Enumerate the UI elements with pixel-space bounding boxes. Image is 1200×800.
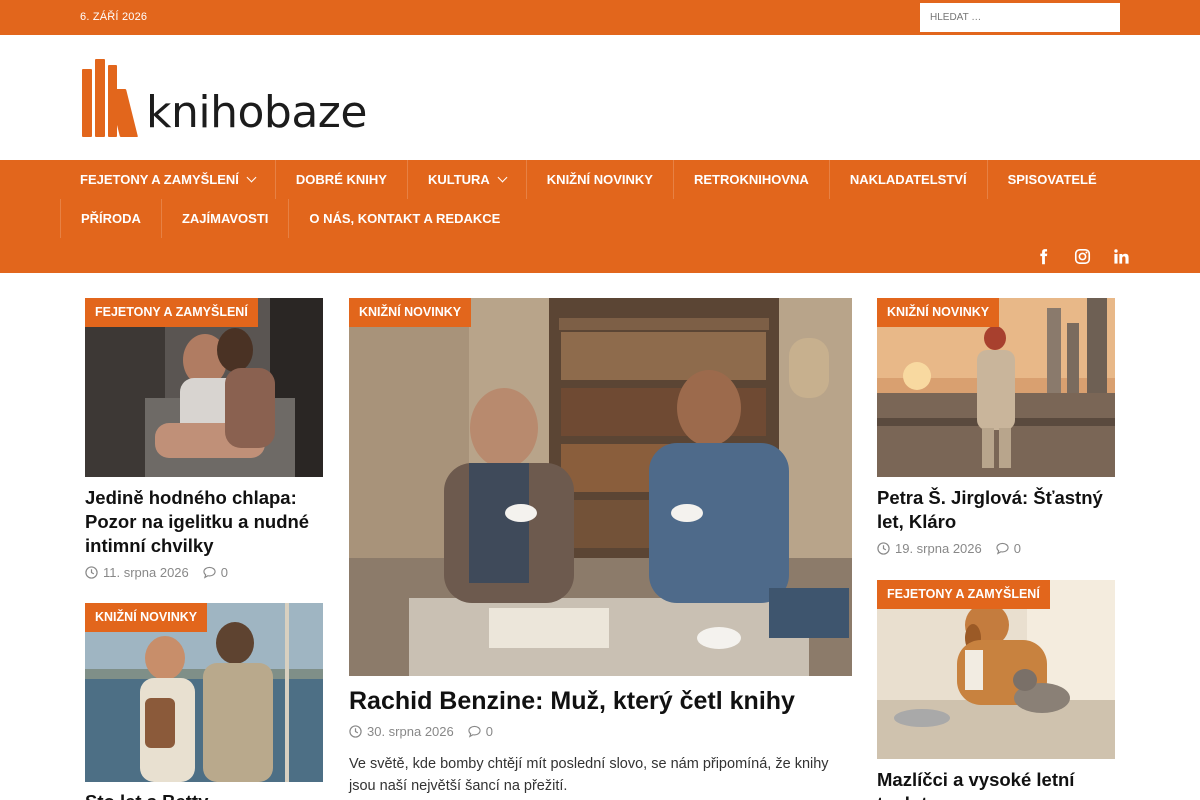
article-date: 11. srpna 2026 [103, 565, 189, 580]
category-badge[interactable]: FEJETONY A ZAMYŠLENÍ [877, 580, 1050, 609]
article-title[interactable]: Jedině hodného chlapa: Pozor na igelitku… [85, 486, 323, 558]
nav-item-fejetony[interactable]: FEJETONY A ZAMYŠLENÍ [60, 160, 275, 199]
comments-link[interactable]: 0 [203, 565, 228, 580]
instagram-icon[interactable] [1074, 248, 1091, 265]
site-header: knihobaze [0, 35, 1200, 160]
men-drinking-tea-photo [349, 298, 852, 676]
clock-icon [349, 725, 362, 738]
chevron-down-icon [246, 172, 257, 183]
article-image-left2[interactable]: KNIŽNÍ NOVINKY [85, 603, 323, 782]
nav-item-spisovatele[interactable]: SPISOVATELÉ [986, 160, 1117, 199]
clock-icon [877, 542, 890, 555]
nav-item-label: KULTURA [427, 172, 490, 187]
main-navigation: FEJETONY A ZAMYŠLENÍ DOBRÉ KNIHY KULTURA… [0, 160, 1200, 273]
chevron-down-icon [497, 172, 508, 183]
nav-item-label: O NÁS, KONTAKT A REDAKCE [309, 211, 501, 226]
article-date: 19. srpna 2026 [895, 541, 982, 556]
comment-icon [203, 566, 216, 579]
article-image-center[interactable]: KNIŽNÍ NOVINKY [349, 298, 852, 676]
current-date: 6. ZÁŘÍ 2026 [80, 11, 148, 23]
comment-count: 0 [220, 565, 229, 580]
nav-item-zajimavosti[interactable]: ZAJÍMAVOSTI [160, 199, 288, 238]
nav-item-label: DOBRÉ KNIHY [295, 172, 387, 187]
article-title[interactable]: Rachid Benzine: Muž, který četl knihy [349, 686, 852, 716]
nav-item-nakladatelstvi[interactable]: NAKLADATELSTVÍ [828, 160, 987, 199]
nav-item-label: SPISOVATELÉ [1007, 172, 1097, 187]
comments-link[interactable]: 0 [996, 541, 1021, 556]
nav-row-1: FEJETONY A ZAMYŠLENÍ DOBRÉ KNIHY KULTURA… [60, 160, 1117, 199]
nav-item-retroknihovna[interactable]: RETROKNIHOVNA [672, 160, 829, 199]
article-image-right2[interactable]: FEJETONY A ZAMYŠLENÍ [877, 580, 1115, 759]
site-logo[interactable]: knihobaze [82, 59, 382, 139]
article-excerpt: Ve světě, kde bomby chtějí mít poslední … [349, 756, 829, 794]
category-badge[interactable]: FEJETONY A ZAMYŠLENÍ [85, 298, 258, 327]
comment-icon [996, 542, 1009, 555]
article-title[interactable]: Sto let s Betty [85, 790, 323, 800]
nav-item-knizni-novinky[interactable]: KNIŽNÍ NOVINKY [525, 160, 673, 199]
article-title[interactable]: Mazlíčci a vysoké letní teploty [877, 768, 1115, 800]
nav-item-label: PŘÍRODA [81, 211, 141, 226]
article-image-right1[interactable]: KNIŽNÍ NOVINKY [877, 298, 1115, 477]
featured-articles: FEJETONY A ZAMYŠLENÍ Jedině hodného chla… [0, 273, 1200, 800]
nav-item-label: KNIŽNÍ NOVINKY [546, 172, 653, 187]
nav-item-dobre-knihy[interactable]: DOBRÉ KNIHY [274, 160, 407, 199]
nav-item-label: RETROKNIHOVNA [693, 172, 809, 187]
logo-books-icon [82, 59, 144, 137]
article-meta: 11. srpna 2026 0 [85, 565, 228, 580]
nav-row-2: PŘÍRODA ZAJÍMAVOSTI O NÁS, KONTAKT A RED… [60, 199, 520, 238]
nav-item-priroda[interactable]: PŘÍRODA [60, 199, 161, 238]
article-meta: 30. srpna 2026 0 [349, 724, 493, 739]
nav-item-kultura[interactable]: KULTURA [406, 160, 526, 199]
article-title-text: Sto let s Betty [85, 791, 208, 800]
clock-icon [85, 566, 98, 579]
nav-item-label: FEJETONY A ZAMYŠLENÍ [80, 172, 239, 187]
category-badge[interactable]: KNIŽNÍ NOVINKY [877, 298, 1000, 327]
social-links [1035, 248, 1130, 265]
linkedin-icon[interactable] [1113, 248, 1130, 265]
article-title[interactable]: Petra Š. Jirglová: Šťastný let, Kláro [877, 486, 1115, 534]
comments-link[interactable]: 0 [468, 724, 493, 739]
category-badge[interactable]: KNIŽNÍ NOVINKY [85, 603, 208, 632]
logo-text: knihobaze [146, 87, 367, 138]
comment-icon [468, 725, 481, 738]
article-image-left1[interactable]: FEJETONY A ZAMYŠLENÍ [85, 298, 323, 477]
search-input[interactable] [920, 3, 1120, 32]
facebook-icon[interactable] [1035, 248, 1052, 265]
nav-item-label: ZAJÍMAVOSTI [181, 211, 269, 226]
category-badge[interactable]: KNIŽNÍ NOVINKY [349, 298, 472, 327]
top-bar: 6. ZÁŘÍ 2026 [0, 0, 1200, 35]
comment-count: 0 [485, 724, 493, 739]
nav-item-o-nas[interactable]: O NÁS, KONTAKT A REDAKCE [288, 199, 520, 238]
comment-count: 0 [1013, 541, 1021, 556]
nav-item-label: NAKLADATELSTVÍ [849, 172, 967, 187]
article-meta: 19. srpna 2026 0 [877, 541, 1021, 556]
article-date: 30. srpna 2026 [367, 724, 454, 739]
